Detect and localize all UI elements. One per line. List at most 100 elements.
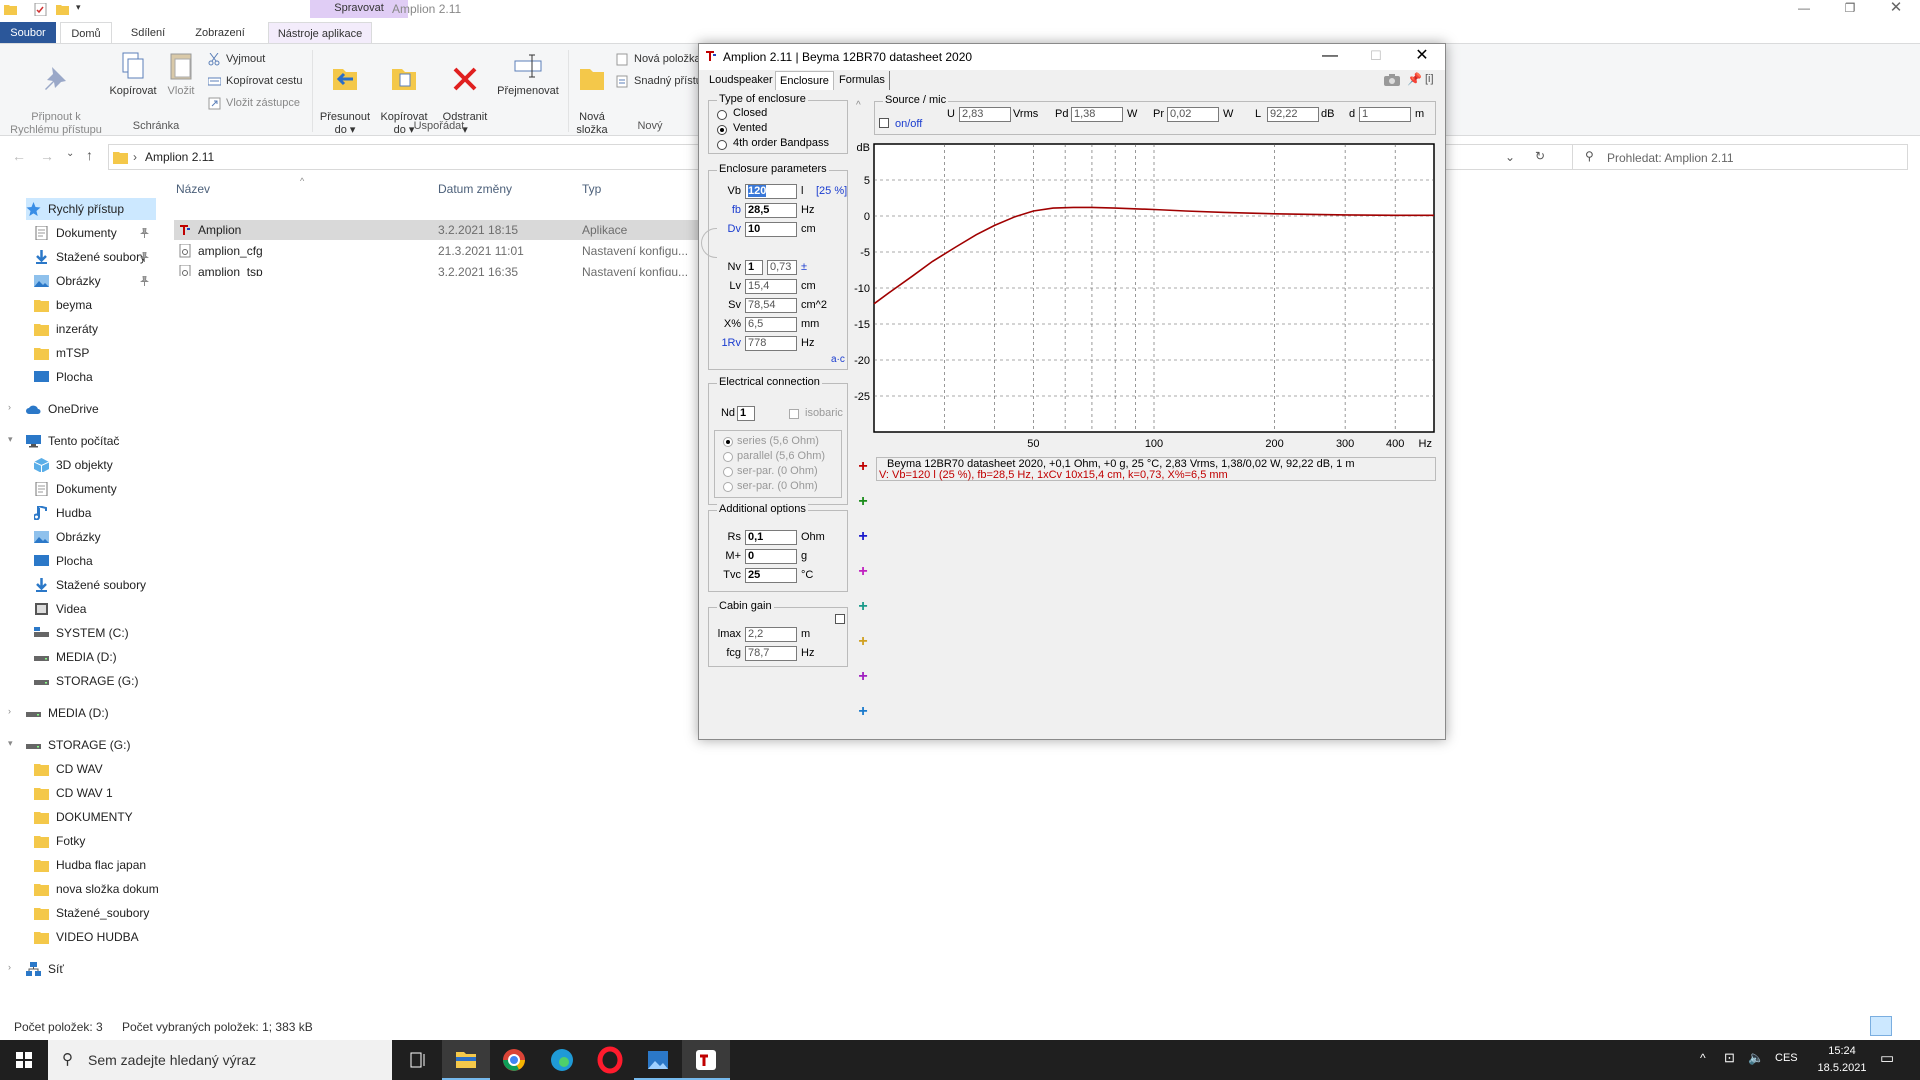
l-input[interactable]: 92,22 <box>1267 107 1319 122</box>
info-icon[interactable]: [i] <box>1425 73 1434 85</box>
add-curve-button-3[interactable]: + <box>857 529 869 545</box>
camera-icon[interactable] <box>1383 73 1401 87</box>
radio-parallel[interactable] <box>723 452 733 462</box>
collapse-chevron-icon[interactable]: ▾ <box>8 738 13 749</box>
recent-locations-icon[interactable]: ⌄ <box>66 148 74 159</box>
m-input[interactable]: 0 <box>745 549 797 564</box>
minimize-button[interactable]: — <box>1784 0 1824 18</box>
k-toggle[interactable]: ± <box>801 261 807 273</box>
search-input[interactable]: ⚲ Prohledat: Amplion 2.11 <box>1572 144 1908 170</box>
paste-button[interactable]: Vložit <box>160 50 202 98</box>
tvc-input[interactable]: 25 <box>745 568 797 583</box>
pin-icon[interactable] <box>140 276 149 286</box>
address-dropdown-icon[interactable]: ⌄ <box>1505 150 1515 164</box>
rename-button[interactable]: Přejmenovat <box>494 50 562 98</box>
source-onoff-checkbox[interactable] <box>879 118 889 128</box>
ac-link[interactable]: a·c <box>831 354 845 365</box>
tab-loudspeaker[interactable]: Loudspeaker <box>705 71 777 90</box>
nd-input[interactable]: 1 <box>737 406 755 421</box>
expand-chevron-icon[interactable]: › <box>8 962 11 972</box>
collapse-up-icon[interactable]: ^ <box>856 100 861 111</box>
back-arrow-icon[interactable]: ← <box>12 148 26 164</box>
column-header-name[interactable]: Název <box>176 182 210 196</box>
add-curve-button-8[interactable]: + <box>857 704 869 720</box>
properties-icon[interactable] <box>34 3 47 16</box>
network-icon[interactable]: ⊡ <box>1724 1050 1735 1066</box>
copy-path-button[interactable]: Kopírovat cestu <box>208 72 302 90</box>
dv-input[interactable]: 10 <box>745 222 797 237</box>
tab-nastroje-aplikace[interactable]: Nástroje aplikace <box>268 22 372 44</box>
refresh-icon[interactable]: ↻ <box>1535 149 1545 163</box>
qat-dropdown-icon[interactable]: ▾ <box>76 2 81 13</box>
amplion-minimize-button[interactable]: — <box>1307 44 1353 70</box>
radio-ser-par-2[interactable] <box>723 482 733 492</box>
file-row[interactable]: amplion_tsp 3.2.2021 16:35 Nastavení konfi… <box>174 262 700 276</box>
file-row[interactable]: amplion_cfg 21.3.2021 11:01 Nastavení konf… <box>174 241 700 261</box>
isobaric-checkbox[interactable] <box>789 409 799 419</box>
lmax-input[interactable]: 2,2 <box>745 627 797 642</box>
rs-input[interactable]: 0,1 <box>745 530 797 545</box>
notifications-icon[interactable]: ▭ <box>1880 1049 1894 1067</box>
volume-icon[interactable]: 🔈 <box>1748 1050 1764 1066</box>
radio-series[interactable] <box>723 437 733 447</box>
pd-input[interactable]: 1,38 <box>1071 107 1123 122</box>
radio-closed[interactable] <box>717 110 727 120</box>
add-curve-button-4[interactable]: + <box>857 564 869 580</box>
expand-chevron-icon[interactable]: › <box>8 402 11 412</box>
radio-vented[interactable] <box>717 125 727 135</box>
add-curve-button-5[interactable]: + <box>857 599 869 615</box>
expand-chevron-icon[interactable]: › <box>8 706 11 716</box>
taskbar-photos[interactable] <box>634 1040 682 1080</box>
add-curve-button-7[interactable]: + <box>857 669 869 685</box>
taskbar-search-input[interactable]: ⚲ Sem zadejte hledaný výraz <box>48 1040 392 1080</box>
column-header-type[interactable]: Typ <box>582 182 601 196</box>
cabin-gain-checkbox[interactable] <box>835 614 845 624</box>
details-view-button[interactable] <box>1870 1016 1892 1036</box>
fb-input[interactable]: 28,5 <box>745 203 797 218</box>
start-button[interactable] <box>0 1040 48 1080</box>
radio-ser-par-1[interactable] <box>723 467 733 477</box>
clock[interactable]: 15:24 18.5.2021 <box>1812 1043 1872 1077</box>
easy-access-button[interactable]: Snadný přístup <box>616 72 698 90</box>
copy-button[interactable]: Kopírovat <box>108 50 158 98</box>
vb-input[interactable]: 120 <box>745 184 797 199</box>
tab-formulas[interactable]: Formulas <box>835 71 890 90</box>
add-curve-button-1[interactable]: + <box>857 459 869 475</box>
tab-enclosure[interactable]: Enclosure <box>775 71 834 90</box>
new-item-button[interactable]: Nová položka <box>616 50 698 68</box>
k-input[interactable]: 0,73 <box>767 260 797 275</box>
pin-quick-access-button[interactable]: Připnout k Rychlému přístupu <box>4 50 108 137</box>
sv-input[interactable]: 78,54 <box>745 298 797 313</box>
frv-input[interactable]: 778 <box>745 336 797 351</box>
show-hidden-icons-icon[interactable]: ^ <box>1700 1051 1706 1065</box>
tab-soubor[interactable]: Soubor <box>0 22 56 44</box>
pr-input[interactable]: 0,02 <box>1167 107 1219 122</box>
language-indicator[interactable]: CES <box>1775 1052 1798 1064</box>
column-header-date[interactable]: Datum změny <box>438 182 512 196</box>
new-folder-icon[interactable] <box>56 3 69 16</box>
nv-input[interactable]: 1 <box>745 260 763 275</box>
tab-domu[interactable]: Domů <box>60 22 112 44</box>
u-input[interactable]: 2,83 <box>959 107 1011 122</box>
large-icons-view-button[interactable] <box>1896 1016 1916 1036</box>
task-view-button[interactable] <box>394 1040 442 1080</box>
taskbar-opera[interactable] <box>586 1040 634 1080</box>
fcg-input[interactable]: 78,7 <box>745 646 797 661</box>
add-curve-button-6[interactable]: + <box>857 634 869 650</box>
tab-sdileni[interactable]: Sdílení <box>118 22 178 44</box>
tab-zobrazeni[interactable]: Zobrazení <box>186 22 254 44</box>
new-folder-button[interactable]: Nová složka <box>572 50 612 137</box>
nav-quick-access[interactable]: Rychlý přístup <box>26 198 156 220</box>
breadcrumb[interactable]: Amplion 2.11 <box>145 150 214 164</box>
taskbar-edge[interactable] <box>538 1040 586 1080</box>
taskbar-chrome[interactable] <box>490 1040 538 1080</box>
pin-icon[interactable]: 📌 <box>1407 72 1422 86</box>
up-arrow-icon[interactable]: ↑ <box>86 147 93 163</box>
forward-arrow-icon[interactable]: → <box>40 148 54 164</box>
pin-icon[interactable] <box>140 252 149 262</box>
restore-button[interactable]: ❐ <box>1830 0 1870 18</box>
file-row[interactable]: Amplion 3.2.2021 18:15 Aplikace <box>174 220 700 240</box>
collapse-chevron-icon[interactable]: ▾ <box>8 434 13 445</box>
lv-input[interactable]: 15,4 <box>745 279 797 294</box>
d-input[interactable]: 1 <box>1359 107 1411 122</box>
